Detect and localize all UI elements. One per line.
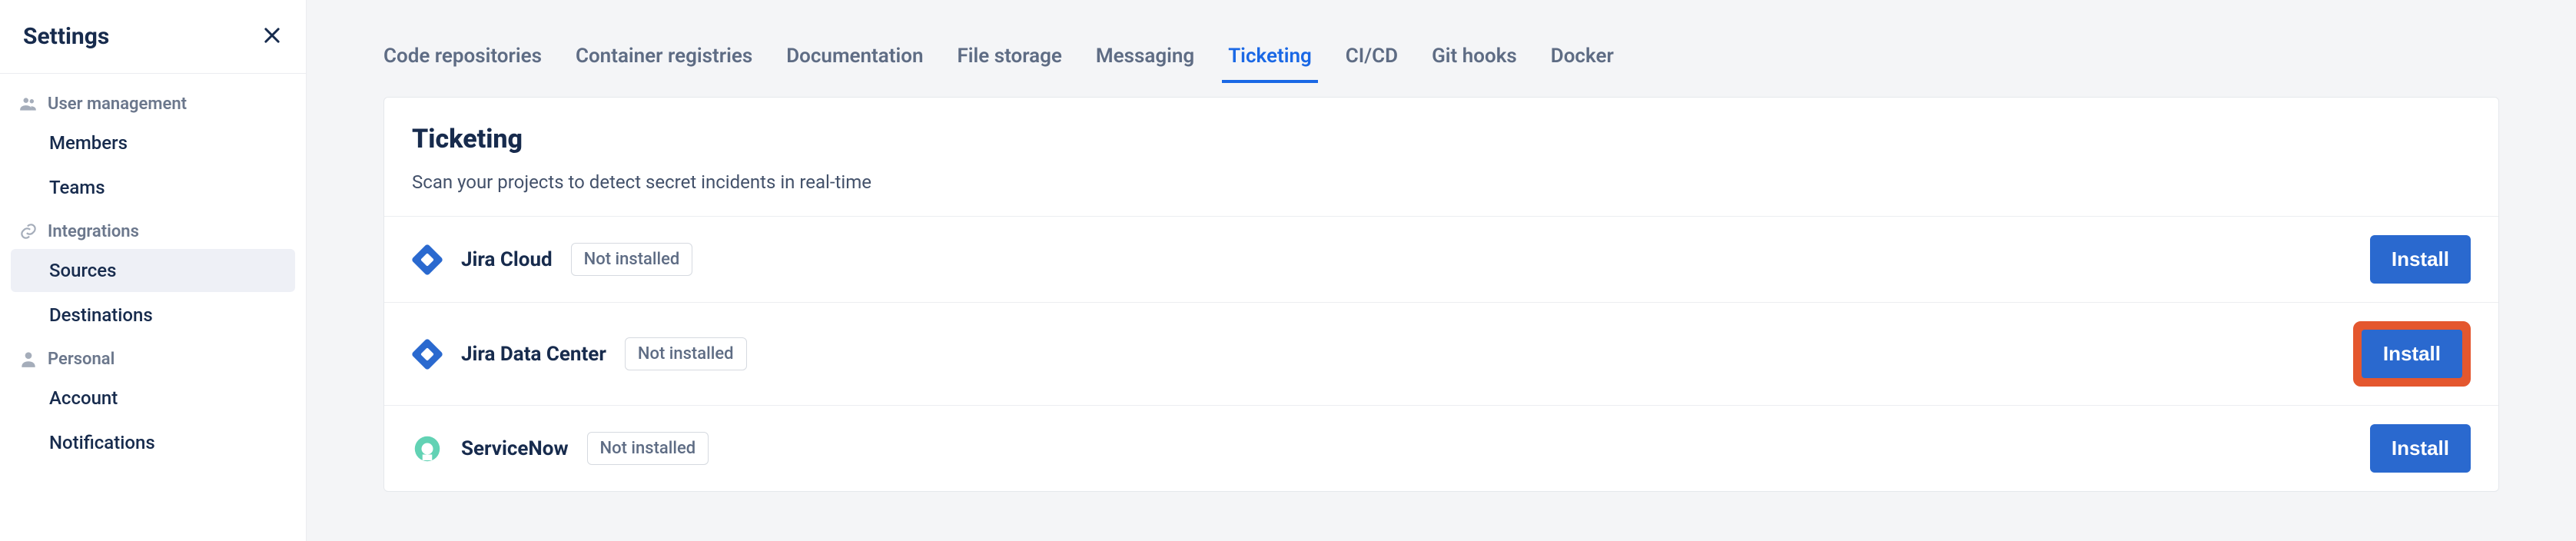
tab-documentation[interactable]: Documentation: [786, 31, 923, 81]
sidebar-item-destinations[interactable]: Destinations: [11, 294, 295, 337]
users-icon: [18, 94, 38, 114]
status-badge: Not installed: [625, 337, 747, 370]
page-title: Ticketing: [412, 124, 2471, 154]
tab-messaging[interactable]: Messaging: [1096, 31, 1194, 81]
jira-icon: [412, 244, 443, 275]
integration-row-jira-cloud: Jira Cloud Not installed Install: [384, 216, 2498, 302]
tab-git-hooks[interactable]: Git hooks: [1432, 31, 1517, 81]
integration-name: ServiceNow: [461, 437, 569, 460]
main-content: Code repositories Container registries D…: [307, 0, 2576, 541]
ticketing-panel: Ticketing Scan your projects to detect s…: [383, 97, 2499, 492]
highlighted-install: Install: [2353, 321, 2471, 387]
integration-row-jira-data-center: Jira Data Center Not installed Install: [384, 302, 2498, 405]
sidebar-item-teams[interactable]: Teams: [11, 166, 295, 209]
integration-tabs: Code repositories Container registries D…: [383, 31, 2499, 81]
section-personal: Personal: [11, 338, 295, 375]
tab-ticketing[interactable]: Ticketing: [1228, 31, 1312, 81]
section-integrations: Integrations: [11, 211, 295, 247]
sidebar-item-account[interactable]: Account: [11, 377, 295, 420]
page-subtitle: Scan your projects to detect secret inci…: [412, 171, 2471, 193]
sidebar-header: Settings: [0, 0, 306, 74]
section-label: Integrations: [48, 222, 139, 241]
jira-icon: [412, 339, 443, 370]
tab-file-storage[interactable]: File storage: [957, 31, 1061, 81]
integration-name: Jira Data Center: [461, 343, 606, 366]
tab-docker[interactable]: Docker: [1551, 31, 1614, 81]
status-badge: Not installed: [571, 243, 693, 276]
integration-row-servicenow: ServiceNow Not installed Install: [384, 405, 2498, 491]
install-button[interactable]: Install: [2362, 330, 2462, 378]
sidebar-item-members[interactable]: Members: [11, 121, 295, 164]
panel-header: Ticketing Scan your projects to detect s…: [384, 98, 2498, 216]
sidebar-body: User management Members Teams Integratio…: [0, 74, 306, 475]
install-button[interactable]: Install: [2370, 235, 2471, 284]
section-user-management: User management: [11, 83, 295, 120]
status-badge: Not installed: [587, 432, 709, 465]
sidebar: Settings User management Members Teams I…: [0, 0, 307, 541]
settings-title: Settings: [23, 23, 109, 50]
sidebar-item-notifications[interactable]: Notifications: [11, 421, 295, 464]
link-icon: [18, 221, 38, 241]
sidebar-item-sources[interactable]: Sources: [11, 249, 295, 292]
section-label: User management: [48, 95, 187, 114]
tab-cicd[interactable]: CI/CD: [1346, 31, 1398, 81]
integration-name: Jira Cloud: [461, 248, 553, 271]
close-icon[interactable]: [261, 25, 283, 49]
tab-container-registries[interactable]: Container registries: [576, 31, 752, 81]
person-icon: [18, 349, 38, 369]
install-button[interactable]: Install: [2370, 424, 2471, 473]
section-label: Personal: [48, 350, 115, 369]
tab-code-repositories[interactable]: Code repositories: [383, 31, 542, 81]
servicenow-icon: [412, 433, 443, 464]
